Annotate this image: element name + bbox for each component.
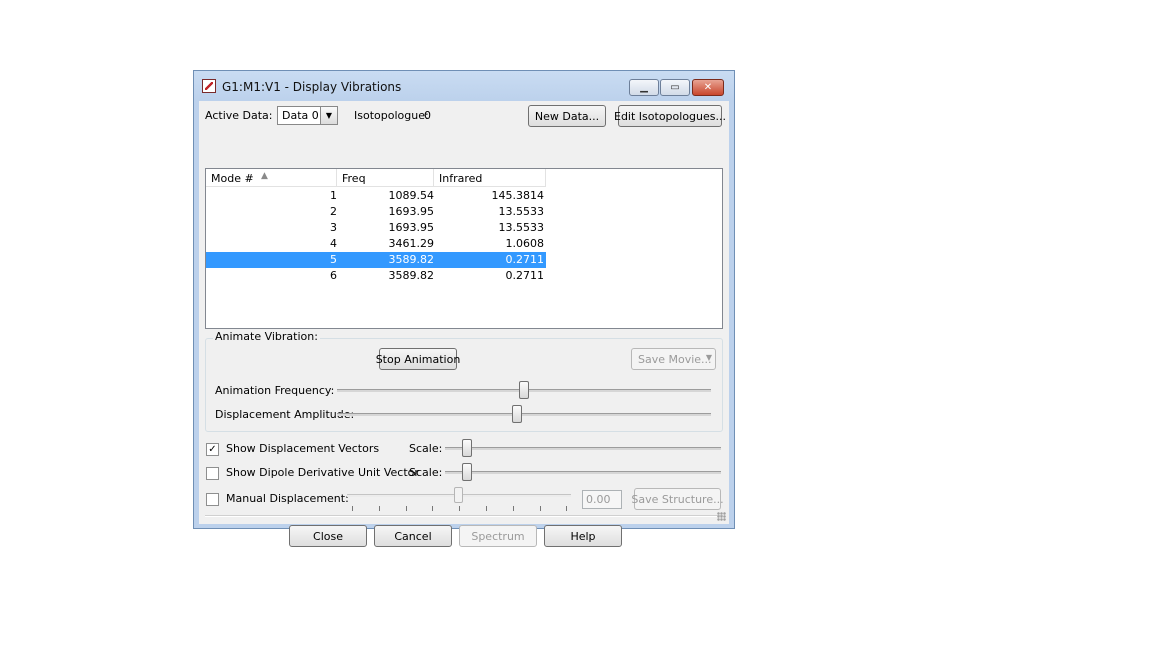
dialog-client: Active Data: Data 0 ▼ Isotopologue: 0 Ne… — [199, 101, 729, 547]
edit-isotopologues-button[interactable]: Edit Isotopologues... — [614, 105, 726, 127]
active-data-select[interactable]: Data 0 ▼ — [277, 106, 338, 125]
cell-infrared: 13.5533 — [498, 205, 545, 218]
displacement-scale-track[interactable] — [445, 447, 721, 450]
cell-infrared: 145.3814 — [491, 189, 545, 202]
cell-freq: 1693.95 — [388, 205, 435, 218]
show-dipole-vector-label: Show Dipole Derivative Unit Vector — [226, 466, 419, 479]
table-row[interactable]: 2 1693.95 13.5533 — [206, 204, 546, 220]
app-icon — [202, 79, 216, 93]
displacement-scale-slider[interactable] — [462, 439, 473, 457]
show-displacement-vectors-checkbox[interactable]: ✓ — [206, 443, 219, 456]
active-data-label: Active Data: — [205, 109, 273, 122]
column-header-freq[interactable]: Freq — [337, 169, 434, 187]
displacement-amplitude-track[interactable] — [337, 413, 711, 416]
slider-tick — [459, 506, 461, 511]
dipole-scale-track[interactable] — [445, 471, 721, 474]
dipole-scale-label: Scale: — [409, 466, 443, 479]
slider-tick — [486, 506, 487, 511]
table-row[interactable]: 1 1089.54 145.3814 — [206, 188, 546, 204]
displacement-amplitude-label: Displacement Amplitude: — [215, 408, 355, 421]
displacement-amplitude-slider[interactable] — [511, 405, 522, 423]
checkmark-icon: ✓ — [208, 444, 217, 455]
window-title: G1:M1:V1 - Display Vibrations — [222, 80, 402, 94]
dropdown-arrow-icon: ▼ — [705, 353, 712, 362]
dipole-scale-slider[interactable] — [462, 463, 473, 481]
save-structure-button[interactable]: Save Structure... — [631, 488, 724, 510]
slider-tick — [539, 506, 541, 511]
close-button[interactable]: Close — [289, 525, 367, 547]
modes-table[interactable]: Mode # ▲ Freq Infrared 1 1089.54 145.3814 2… — [205, 168, 723, 329]
cell-infrared: 0.2711 — [505, 253, 545, 266]
spectrum-button[interactable]: Spectrum — [459, 525, 537, 547]
cell-mode: 3 — [330, 221, 337, 234]
new-data-button[interactable]: New Data... — [528, 105, 606, 127]
slider-tick — [352, 506, 353, 511]
resize-grip-icon[interactable] — [717, 512, 726, 521]
stop-animation-button[interactable]: Stop Animation — [376, 348, 460, 370]
close-icon: ✕ — [703, 82, 713, 93]
column-header-label: Mode # — [211, 172, 254, 185]
sort-ascending-icon: ▲ — [261, 171, 268, 181]
display-vibrations-window: G1:M1:V1 - Display Vibrations ▁ ▭ ✕ Acti… — [193, 70, 735, 547]
slider-tick — [405, 506, 407, 511]
cell-mode: 4 — [330, 237, 337, 250]
cell-infrared: 1.0608 — [505, 237, 545, 250]
manual-displacement-checkbox[interactable] — [206, 493, 219, 506]
cell-freq: 3461.29 — [388, 237, 435, 250]
table-row[interactable]: 5 3589.82 0.2711 — [206, 252, 546, 268]
cell-mode: 1 — [330, 189, 337, 202]
cell-mode: 2 — [330, 205, 337, 218]
save-movie-button[interactable]: Save Movie... ▼ — [631, 348, 716, 370]
active-data-value: Data 0 — [282, 109, 319, 122]
displacement-scale-label: Scale: — [409, 442, 443, 455]
cell-infrared: 0.2711 — [505, 269, 545, 282]
maximize-icon: ▭ — [670, 82, 680, 93]
show-dipole-vector-checkbox[interactable] — [206, 467, 219, 480]
animate-vibration-label: Animate Vibration: — [213, 330, 320, 343]
manual-displacement-slider[interactable] — [454, 487, 463, 503]
title-bar[interactable]: G1:M1:V1 - Display Vibrations ▁ ▭ ✕ — [194, 71, 734, 101]
footer-separator — [205, 515, 723, 517]
cell-freq: 1089.54 — [388, 189, 435, 202]
table-row[interactable]: 4 3461.29 1.0608 — [206, 236, 546, 252]
cell-freq: 3589.82 — [388, 269, 435, 282]
manual-displacement-label: Manual Displacement: — [226, 492, 349, 505]
isotopologue-value: 0 — [424, 109, 431, 122]
table-row[interactable]: 6 3589.82 0.2711 — [206, 268, 546, 284]
minimize-button[interactable]: ▁ — [629, 79, 659, 96]
cell-infrared: 13.5533 — [498, 221, 545, 234]
table-row[interactable]: 3 1693.95 13.5533 — [206, 220, 546, 236]
isotopologue-label: Isotopologue: — [354, 109, 429, 122]
close-window-button[interactable]: ✕ — [692, 79, 724, 96]
slider-tick — [378, 506, 380, 511]
animation-frequency-slider[interactable] — [519, 381, 529, 399]
column-header-infrared[interactable]: Infrared — [434, 169, 546, 187]
cancel-button[interactable]: Cancel — [374, 525, 452, 547]
manual-displacement-value[interactable]: 0.00 — [582, 490, 622, 509]
slider-tick — [566, 506, 568, 511]
animation-frequency-label: Animation Frequency: — [215, 384, 335, 397]
cell-mode: 6 — [330, 269, 337, 282]
cell-mode: 5 — [330, 253, 337, 266]
column-header-mode[interactable]: Mode # ▲ — [206, 169, 337, 187]
minimize-icon: ▁ — [640, 82, 648, 93]
chevron-down-icon: ▼ — [320, 107, 337, 124]
help-button[interactable]: Help — [544, 525, 622, 547]
save-movie-label: Save Movie... — [638, 352, 712, 366]
show-displacement-vectors-label: Show Displacement Vectors — [226, 442, 380, 455]
cell-freq: 1693.95 — [388, 221, 435, 234]
maximize-button[interactable]: ▭ — [660, 79, 690, 96]
cell-freq: 3589.82 — [388, 253, 435, 266]
slider-tick — [512, 506, 514, 511]
slider-tick — [432, 506, 434, 511]
